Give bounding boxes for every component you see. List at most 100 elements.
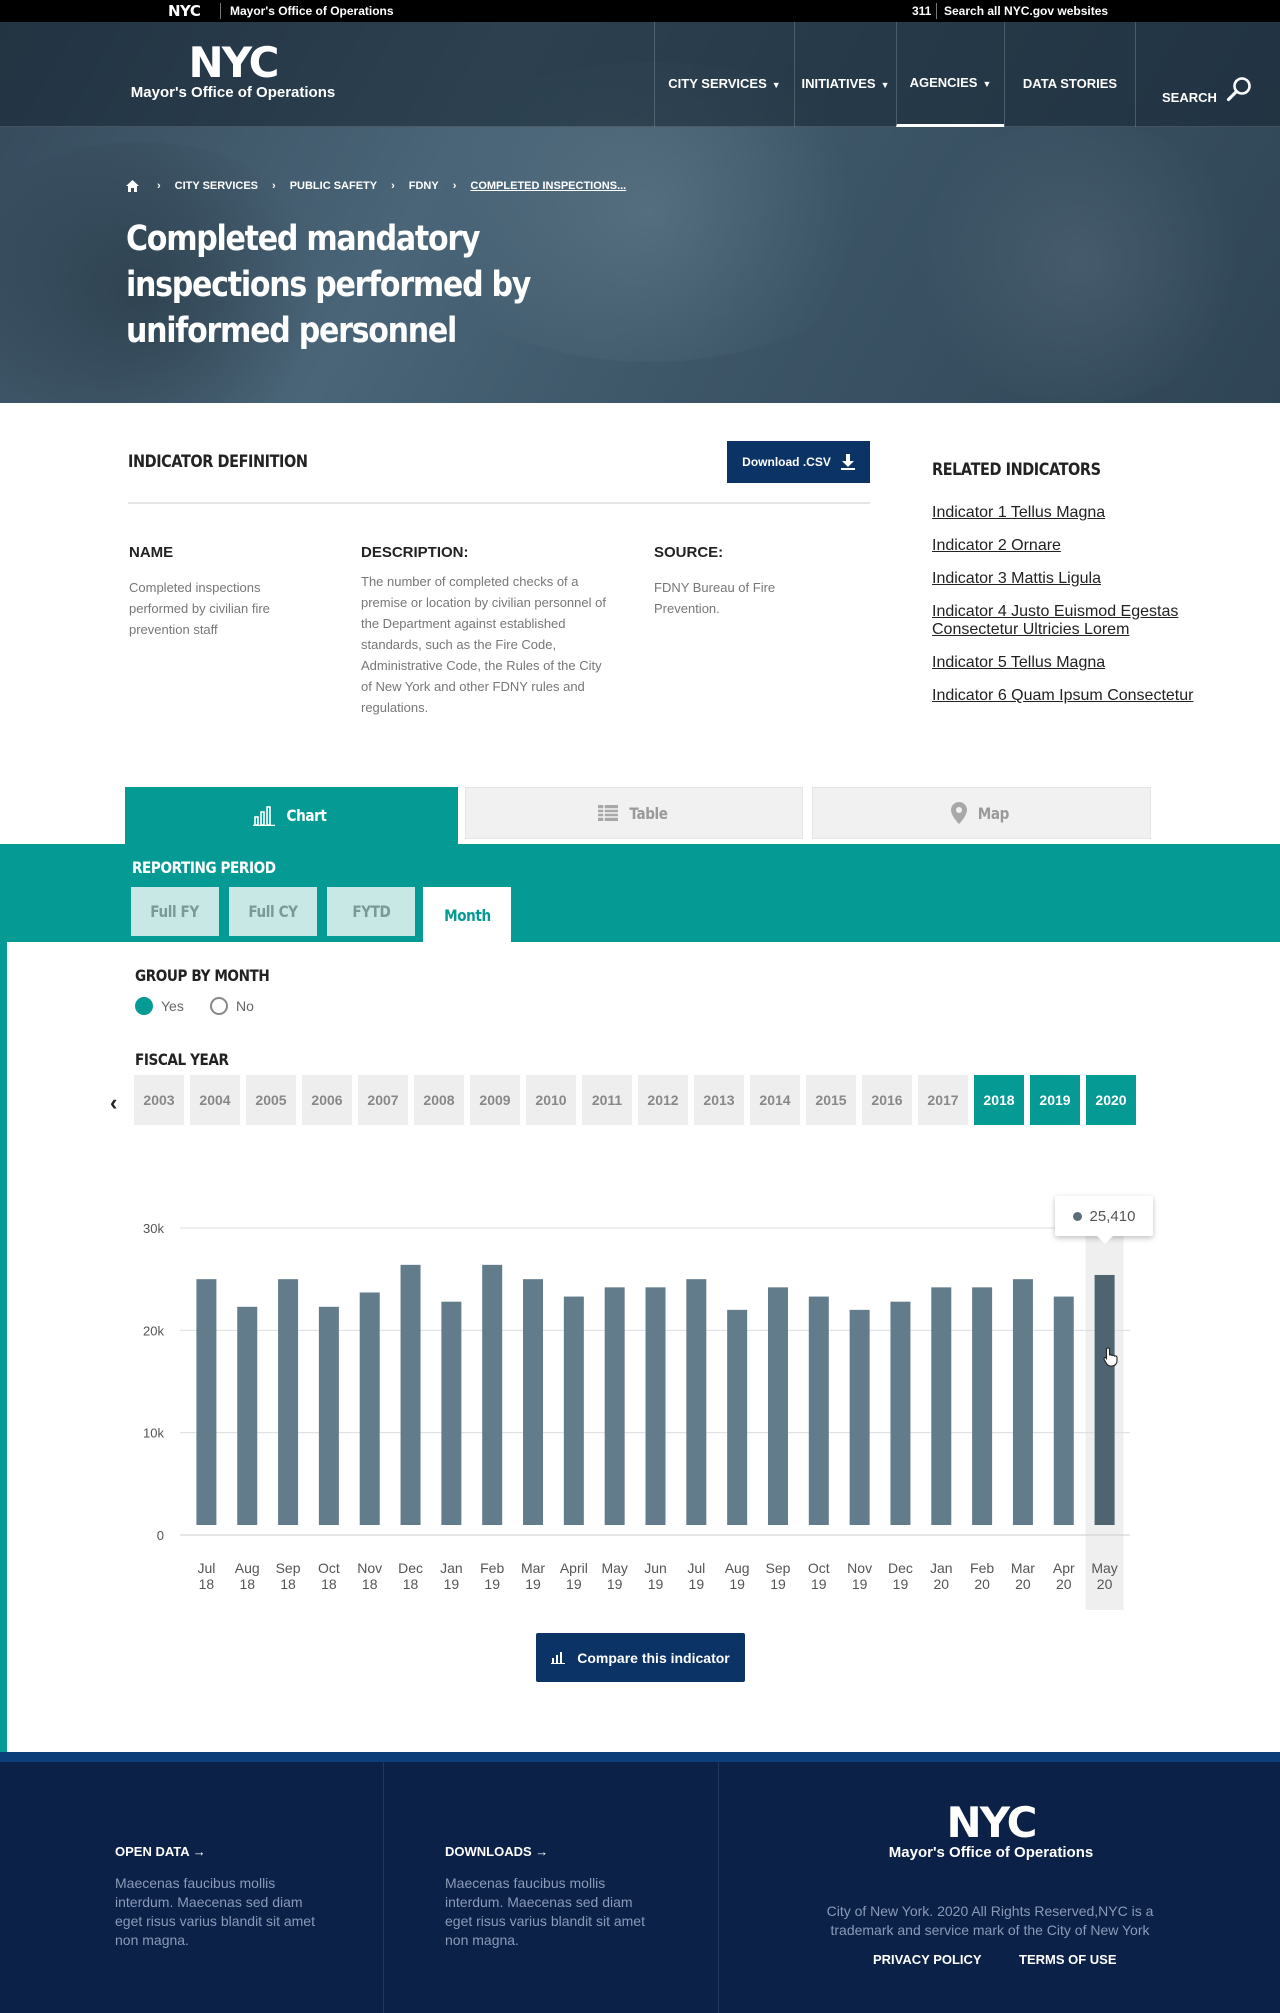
x-tick-label: 20 [933,1576,949,1592]
chevron-left-icon[interactable]: ‹ [110,1090,117,1116]
related-indicator-link[interactable]: Indicator 2 Ornare [932,537,1222,555]
link-311[interactable]: 311 [912,4,931,18]
bar[interactable] [523,1279,544,1525]
bar[interactable] [237,1306,258,1525]
year-2011-button[interactable]: 2011 [582,1075,632,1125]
download-csv-button[interactable]: Download .CSV [727,441,870,483]
year-2019-button[interactable]: 2019 [1030,1075,1080,1125]
related-indicator-link[interactable]: Indicator 5 Tellus Magna [932,654,1222,672]
year-2009-button[interactable]: 2009 [470,1075,520,1125]
nyc-mini-logo[interactable]: NYC [168,2,212,20]
description-heading: DESCRIPTION: [361,544,469,561]
logo-mark: NYC [188,38,280,87]
bar[interactable] [318,1306,339,1525]
year-2013-button[interactable]: 2013 [694,1075,744,1125]
search-icon[interactable] [1226,76,1252,102]
bar[interactable] [1094,1274,1115,1525]
bar[interactable] [727,1309,748,1525]
search-all-link[interactable]: Search all NYC.gov websites [944,4,1108,18]
breadcrumb-public-safety[interactable]: PUBLIC SAFETY [290,180,377,192]
page-title: Completed mandatory inspections performe… [126,219,531,351]
bar[interactable] [890,1301,911,1525]
hand-cursor-icon [1103,1347,1118,1367]
x-tick-label: 18 [321,1576,337,1592]
period-full-cy-button[interactable]: Full CY [229,887,317,936]
bar[interactable] [604,1287,625,1525]
x-tick-label: Jul [687,1560,705,1576]
bar[interactable] [1053,1296,1074,1525]
year-2012-button[interactable]: 2012 [638,1075,688,1125]
period-full-fy-button[interactable]: Full FY [131,887,219,936]
nav-data-stories[interactable]: DATA STORIES [1004,22,1136,127]
bar[interactable] [645,1287,666,1525]
year-2020-button[interactable]: 2020 [1086,1075,1136,1125]
year-2016-button[interactable]: 2016 [862,1075,912,1125]
nav-city-services[interactable]: CITY SERVICES ▼ [654,22,794,127]
year-2005-button[interactable]: 2005 [246,1075,296,1125]
nav-agencies[interactable]: AGENCIES ▼ [896,22,1004,127]
bar[interactable] [482,1264,503,1525]
radio-yes[interactable]: Yes [135,997,184,1015]
bar[interactable] [849,1309,870,1525]
x-tick-label: Jan [440,1560,463,1576]
related-indicators-heading: RELATED INDICATORS [932,460,1101,480]
privacy-policy-link[interactable]: PRIVACY POLICY [873,1952,982,1967]
x-tick-label: Feb [970,1560,994,1576]
year-2007-button[interactable]: 2007 [358,1075,408,1125]
x-tick-label: Jan [930,1560,953,1576]
terms-of-use-link[interactable]: TERMS OF USE [1019,1952,1117,1967]
bar[interactable] [359,1292,380,1525]
fiscal-year-heading: FISCAL YEAR [135,1050,229,1069]
related-indicator-link[interactable]: Indicator 6 Quam Ipsum Consectetur [932,687,1222,705]
description-text: The number of completed checks of a prem… [361,574,606,715]
group-by-month-heading: GROUP BY MONTH [135,966,270,985]
related-indicator-link[interactable]: Indicator 1 Tellus Magna [932,504,1222,522]
office-name[interactable]: Mayor's Office of Operations [230,4,394,18]
year-2014-button[interactable]: 2014 [750,1075,800,1125]
bar[interactable] [767,1287,788,1525]
home-icon[interactable] [126,180,139,192]
bar[interactable] [196,1279,217,1525]
year-2004-button[interactable]: 2004 [190,1075,240,1125]
bar[interactable] [563,1296,584,1525]
period-fytd-button[interactable]: FYTD [327,887,415,936]
year-2015-button[interactable]: 2015 [806,1075,856,1125]
bar[interactable] [441,1301,462,1525]
bar[interactable] [1012,1279,1033,1525]
compare-indicator-button[interactable]: Compare this indicator [536,1633,745,1682]
downloads-link[interactable]: DOWNLOADS → [445,1844,548,1859]
divider [718,1762,719,2013]
x-tick-label: 20 [1097,1576,1113,1592]
tab-chart[interactable]: Chart [125,787,458,844]
year-2008-button[interactable]: 2008 [414,1075,464,1125]
related-indicator-link[interactable]: Indicator 4 Justo Euismod Egestas Consec… [932,603,1222,639]
tab-map[interactable]: Map [812,787,1151,839]
bar[interactable] [931,1287,952,1525]
open-data-link[interactable]: OPEN DATA → [115,1844,206,1859]
radio-no[interactable]: No [210,997,254,1015]
site-logo[interactable]: NYC Mayor's Office of Operations [130,38,336,102]
x-tick-label: Oct [318,1560,340,1576]
compare-label: Compare this indicator [577,1649,730,1666]
bar-chart-icon [551,1652,566,1664]
bar[interactable] [808,1296,829,1525]
year-2003-button[interactable]: 2003 [134,1075,184,1125]
year-2010-button[interactable]: 2010 [526,1075,576,1125]
bar[interactable] [972,1287,993,1525]
year-2006-button[interactable]: 2006 [302,1075,352,1125]
search-label[interactable]: SEARCH [1162,90,1217,105]
breadcrumb-fdny[interactable]: FDNY [409,180,439,192]
bar[interactable] [400,1264,421,1525]
period-month-button[interactable]: Month [423,887,511,943]
bar[interactable] [278,1279,299,1525]
breadcrumb-current[interactable]: COMPLETED INSPECTIONS... [470,180,626,192]
bar[interactable] [686,1279,707,1525]
related-indicator-link[interactable]: Indicator 3 Mattis Ligula [932,570,1222,588]
breadcrumb-city-services[interactable]: CITY SERVICES [175,180,258,192]
nav-initiatives[interactable]: INITIATIVES ▼ [794,22,896,127]
footer-logo[interactable]: NYC Mayor's Office of Operations [826,1802,1156,1862]
tab-table[interactable]: Table [465,787,803,839]
year-2018-button[interactable]: 2018 [974,1075,1024,1125]
year-2017-button[interactable]: 2017 [918,1075,968,1125]
tooltip-arrow [1097,1236,1113,1244]
